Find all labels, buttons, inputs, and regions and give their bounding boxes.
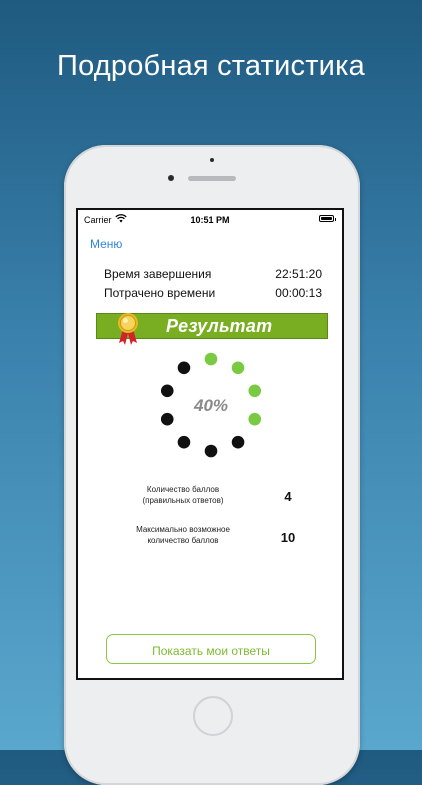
end-time-value: 22:51:20 <box>275 267 322 281</box>
battery-icon <box>319 215 336 222</box>
status-time: 10:51 PM <box>190 215 230 225</box>
progress-dot-empty <box>204 444 218 458</box>
percent-label: 40% <box>193 396 228 415</box>
max-score-value: 10 <box>280 530 296 545</box>
status-bar: Carrier 10:51 PM <box>78 210 342 228</box>
home-button[interactable] <box>193 696 233 736</box>
progress-dot-empty <box>177 435 191 449</box>
front-camera <box>168 175 174 181</box>
progress-dot-filled <box>248 384 262 398</box>
menu-back-button[interactable]: Меню <box>90 237 122 251</box>
end-time-label: Время завершения <box>104 267 212 281</box>
sensor-dot <box>210 158 214 162</box>
progress-dot-empty <box>160 384 174 398</box>
score-label: Количество баллов (правильных ответов) <box>118 484 248 506</box>
app-screen: Carrier 10:51 PM Меню Время завершения 2… <box>76 208 344 680</box>
progress-dot-empty <box>177 361 191 375</box>
progress-ring: 40% <box>160 352 262 458</box>
earpiece-speaker <box>188 176 236 181</box>
progress-dot-filled <box>204 352 218 366</box>
time-spent-label: Потрачено времени <box>104 286 216 300</box>
medal-icon <box>118 313 138 345</box>
result-banner: Результат <box>96 313 328 345</box>
headline: Подробная статистика <box>57 50 365 82</box>
result-title: Результат <box>166 316 273 336</box>
progress-dot-filled <box>248 412 262 426</box>
progress-dot-filled <box>231 361 245 375</box>
max-score-label-line2: количество баллов <box>147 536 219 545</box>
max-score-label-line1: Максимально возможное <box>136 525 230 534</box>
time-spent-value: 00:00:13 <box>275 286 322 300</box>
score-label-line2: (правильных ответов) <box>142 496 224 505</box>
score-value: 4 <box>284 489 292 504</box>
show-answers-button[interactable]: Показать мои ответы <box>106 634 316 664</box>
progress-dot-empty <box>231 435 245 449</box>
score-label-line1: Количество баллов <box>146 485 220 494</box>
max-score-label: Максимально возможное количество баллов <box>118 524 248 546</box>
progress-dot-empty <box>160 412 174 426</box>
